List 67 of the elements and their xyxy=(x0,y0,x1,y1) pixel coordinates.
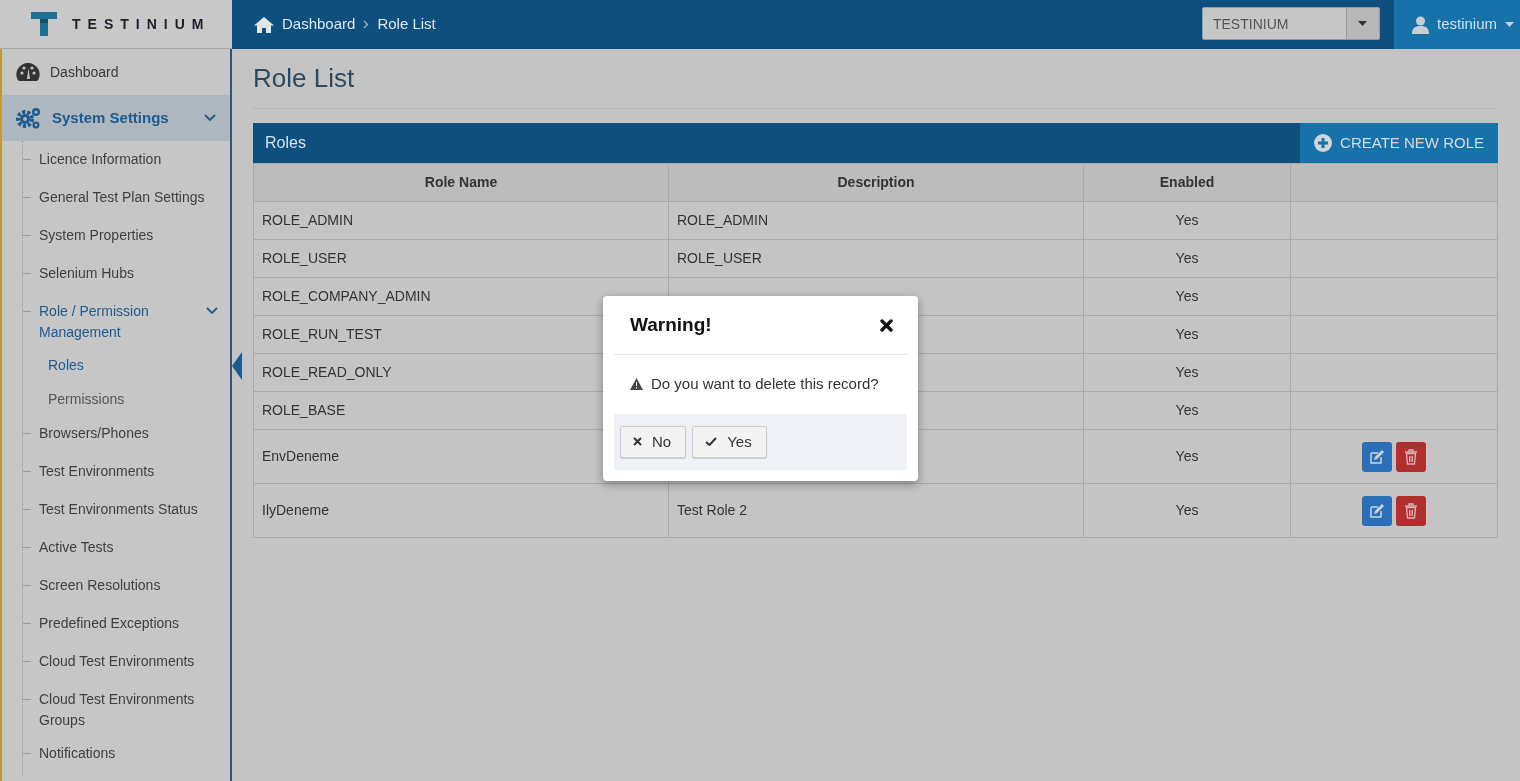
close-button[interactable] xyxy=(880,318,893,332)
table-cell: Test Role 2 xyxy=(668,483,1084,538)
sidebar-subitem[interactable]: Role / Permission Management xyxy=(39,301,198,343)
create-role-button[interactable]: CREATE NEW ROLE xyxy=(1300,123,1498,164)
plus-circle-icon xyxy=(1314,134,1333,153)
gears-icon xyxy=(16,106,42,130)
edit-button[interactable] xyxy=(1362,495,1392,526)
chevron-right-icon xyxy=(363,20,370,29)
table-cell: Yes xyxy=(1083,483,1291,538)
table-cell: ROLE_USER xyxy=(668,239,1084,278)
sidebar-item[interactable]: Dashboard xyxy=(2,49,230,95)
breadcrumb-link[interactable]: Dashboard xyxy=(282,13,356,36)
sidebar-subitem[interactable]: Test Environments xyxy=(39,461,218,482)
check-icon xyxy=(705,437,718,447)
company-select[interactable]: TESTINIUM xyxy=(1201,7,1380,40)
brand-name: TESTINIUM xyxy=(72,14,211,34)
table-cell: ROLE_USER xyxy=(253,239,669,278)
gauge-icon xyxy=(16,62,40,82)
sidebar-subitem[interactable]: Screen Resolutions xyxy=(39,575,218,596)
logo-icon xyxy=(30,11,58,37)
delete-button[interactable] xyxy=(1396,441,1426,472)
close-icon xyxy=(880,318,893,332)
home-icon xyxy=(254,16,274,33)
sidebar-subitem[interactable]: Browsers/Phones xyxy=(39,423,218,444)
sidebar-subitem[interactable]: Notifications xyxy=(39,743,218,764)
table-cell: Yes xyxy=(1083,391,1291,430)
sidebar-subitem[interactable]: Licence Information xyxy=(39,149,218,170)
table-cell: ROLE_ADMIN xyxy=(668,201,1084,240)
column-header: Role Name xyxy=(253,163,669,202)
sidebar-subitem[interactable]: Cloud Test Environments xyxy=(39,651,218,672)
caret-icon xyxy=(1358,21,1368,26)
yes-button[interactable]: Yes xyxy=(692,425,767,458)
table-cell: Yes xyxy=(1083,353,1291,392)
sidebar-subitem[interactable]: Permissions xyxy=(48,391,125,407)
sidebar-subitem[interactable]: Test Environments Status xyxy=(39,499,218,520)
close-icon xyxy=(633,437,642,447)
panel-title: Roles xyxy=(264,133,307,154)
trash-icon xyxy=(1404,448,1418,465)
edit-icon xyxy=(1369,448,1385,465)
warning-icon xyxy=(630,378,643,391)
trash-icon xyxy=(1404,502,1418,519)
breadcrumb-link[interactable]: Role List xyxy=(377,13,436,36)
table-cell: Yes xyxy=(1083,429,1291,484)
delete-button[interactable] xyxy=(1396,495,1426,526)
user-icon xyxy=(1411,15,1429,34)
table-cell: Yes xyxy=(1083,239,1291,278)
edit-icon xyxy=(1369,502,1385,519)
edit-button[interactable] xyxy=(1362,441,1392,472)
column-header: Enabled xyxy=(1083,163,1291,202)
table-cell: Yes xyxy=(1083,277,1291,316)
sidebar-subitem[interactable]: System Properties xyxy=(39,225,218,246)
column-header: Description xyxy=(668,163,1084,202)
page-title: Role List xyxy=(253,49,1498,110)
sidebar-item[interactable]: System Settings xyxy=(2,95,230,141)
sidebar-subitem[interactable]: Active Tests xyxy=(39,537,218,558)
sidebar-subitem[interactable]: General Test Plan Settings xyxy=(39,187,218,208)
caret-icon xyxy=(1505,22,1514,27)
user-menu[interactable]: testinium xyxy=(1393,0,1520,49)
table-cell: IlyDeneme xyxy=(253,483,669,538)
sidebar-subitem[interactable]: Selenium Hubs xyxy=(39,263,218,284)
sidebar-subitem[interactable]: Cloud Test Environments Groups xyxy=(39,689,218,731)
table-cell: Yes xyxy=(1083,315,1291,354)
no-button[interactable]: No xyxy=(620,425,687,458)
table-cell: Yes xyxy=(1083,201,1291,240)
sidebar-subitem[interactable]: Roles xyxy=(48,357,84,373)
sidebar-subitem[interactable]: Predefined Exceptions xyxy=(39,613,218,634)
table-cell: ROLE_ADMIN xyxy=(253,201,669,240)
